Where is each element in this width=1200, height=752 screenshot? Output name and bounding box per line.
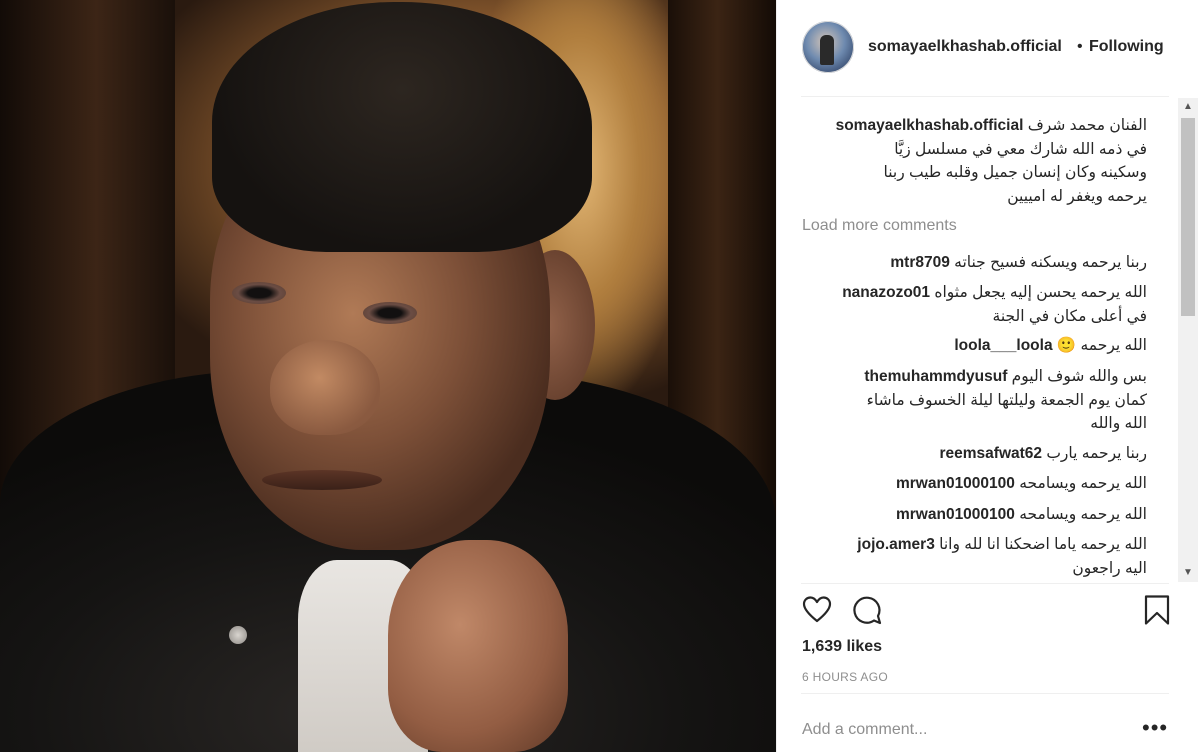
comment-username[interactable]: mrwan01000100 <box>896 475 1015 492</box>
caption: الفنان محمد شرف somayaelkhashab.official… <box>802 114 1147 208</box>
post-side-panel: somayaelkhashab.official • Following الف… <box>776 0 1200 752</box>
list-item: الله يرحمه ياما اضحكنا انا لله وانا jojo… <box>802 533 1147 581</box>
comment-username[interactable]: jojo.amer3 <box>857 536 935 553</box>
photo-hair <box>212 2 592 252</box>
caption-line-2: في ذمه الله شارك معي في مسلسل زيَّا <box>894 140 1147 158</box>
photo-right-eye <box>363 302 417 324</box>
avatar-figure <box>820 35 834 65</box>
follow-button[interactable]: Following <box>1089 38 1164 56</box>
comments-list: الفنان محمد شرف somayaelkhashab.official… <box>777 100 1177 582</box>
comment-username[interactable]: themuhammdyusuf <box>864 368 1007 385</box>
bookmark-icon[interactable] <box>1143 594 1171 626</box>
comment-username[interactable]: mtr8709 <box>890 254 949 271</box>
comment-text: ربنا يرحمه ويسكنه فسيح جناته <box>954 254 1147 271</box>
comment-text: كمان يوم الجمعة وليلتها ليلة الخسوف ماشا… <box>866 391 1147 409</box>
scrollbar-thumb[interactable] <box>1181 118 1195 316</box>
caption-line-3: وسكينه وكان إنسان جميل وقلبه طيب ربنا <box>883 164 1147 181</box>
comments-scrollbar[interactable]: ▲ ▼ <box>1178 98 1198 582</box>
post-timestamp[interactable]: 6 HOURS AGO <box>802 670 888 684</box>
divider <box>801 583 1169 584</box>
likes-count[interactable]: 1,639 likes <box>802 638 882 656</box>
comment-username[interactable]: loola___loola <box>954 337 1052 354</box>
comment-text: الله يرحمه ويسامحه <box>1019 475 1147 492</box>
post-photo[interactable] <box>0 0 776 752</box>
list-item: بس والله شوف اليوم themuhammdyusuf كمان … <box>802 365 1147 437</box>
comment-icon[interactable] <box>851 594 883 626</box>
avatar[interactable] <box>802 21 854 73</box>
comment-username[interactable]: mrwan01000100 <box>896 506 1015 523</box>
comment-text: بس والله شوف اليوم <box>1011 368 1147 385</box>
photo-nose <box>270 340 380 435</box>
list-item: الله يرحمه ويسامحه mrwan01000100 <box>802 503 1147 527</box>
comment-text: الله يرحمه ويسامحه <box>1019 506 1147 523</box>
caption-username[interactable]: somayaelkhashab.official <box>836 117 1024 134</box>
list-item: ربنا يرحمه ويسكنه فسيح جناته mtr8709 <box>802 251 1147 275</box>
instagram-post: somayaelkhashab.official • Following الف… <box>0 0 1200 752</box>
caption-line-1: الفنان محمد شرف somayaelkhashab.official <box>835 117 1147 134</box>
comment-text: اليه راجعون <box>1072 559 1147 577</box>
post-header: somayaelkhashab.official • Following <box>777 0 1200 95</box>
list-item: الله يرحمه يحسن إليه يجعل مثواه nanazozo… <box>802 281 1147 329</box>
comment-text: الله يرحمه 🙂 <box>1056 337 1147 354</box>
photo-hand <box>388 540 568 752</box>
comment-text: في أعلى مكان في الجنة <box>992 307 1147 325</box>
scroll-up-arrow-icon[interactable]: ▲ <box>1178 98 1198 116</box>
load-more-comments-link[interactable]: Load more comments <box>802 217 957 235</box>
header-username[interactable]: somayaelkhashab.official <box>868 38 1062 56</box>
list-item: ربنا يرحمه يارب reemsafwat62 <box>802 442 1147 466</box>
comment-text: الله يرحمه يحسن إليه يجعل مثواه <box>934 284 1147 301</box>
list-item: الله يرحمه 🙂 loola___loola <box>802 334 1147 358</box>
photo-jacket-button <box>229 626 247 644</box>
comment-username[interactable]: nanazozo01 <box>842 284 930 301</box>
heart-icon[interactable] <box>801 594 833 626</box>
add-comment-input[interactable]: Add a comment... <box>802 721 927 739</box>
comment-text: ربنا يرحمه يارب <box>1046 445 1147 462</box>
comment-text: الله والله <box>1090 415 1147 432</box>
comment-text: الله يرحمه ياما اضحكنا انا لله وانا <box>939 536 1147 553</box>
more-options-icon[interactable]: ••• <box>1142 715 1168 741</box>
photo-left-eye <box>232 282 286 304</box>
header-separator: • <box>1077 38 1083 55</box>
scroll-down-arrow-icon[interactable]: ▼ <box>1178 564 1198 582</box>
divider <box>801 96 1169 97</box>
photo-mouth <box>262 470 382 490</box>
caption-line-4: يرحمه ويغفر له امييين <box>1007 187 1147 205</box>
divider <box>801 693 1169 694</box>
action-bar <box>777 590 1200 634</box>
list-item: الله يرحمه ويسامحه mrwan01000100 <box>802 472 1147 496</box>
comment-username[interactable]: reemsafwat62 <box>939 445 1042 462</box>
